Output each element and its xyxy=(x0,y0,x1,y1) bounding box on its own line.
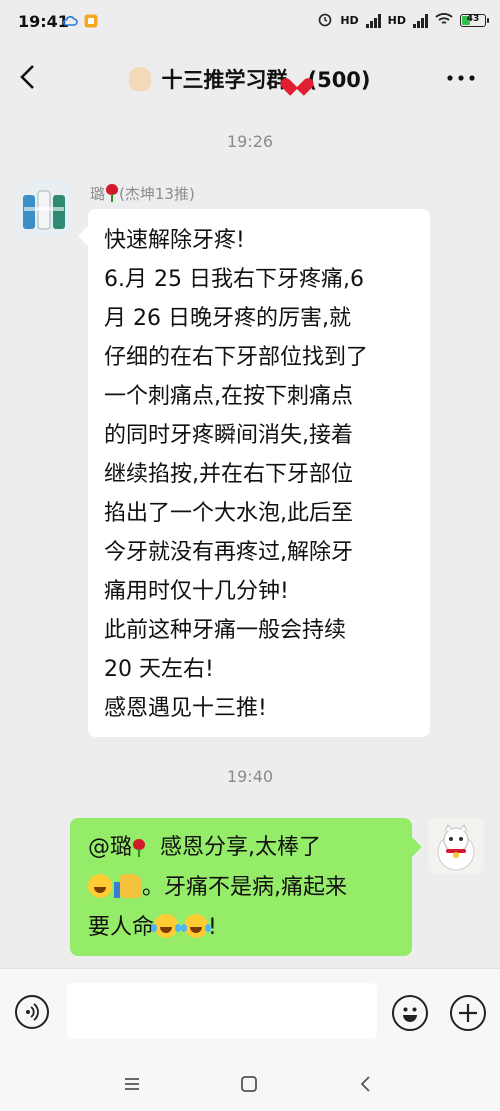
wifi-icon xyxy=(435,12,453,29)
message-text: ! xyxy=(208,915,217,940)
rose-emoji xyxy=(132,839,146,857)
message-line: 继续掐按,并在右下牙部位 xyxy=(104,462,353,487)
app-notification-icon xyxy=(84,13,98,32)
message-line: 的同时牙疼瞬间消失,接着 xyxy=(104,423,353,448)
sender-suffix: (杰坤13推) xyxy=(119,185,195,203)
rose-emoji xyxy=(105,184,119,202)
signal-icon xyxy=(413,13,428,28)
tears-of-joy-emoji xyxy=(181,914,209,938)
emoji-icon[interactable] xyxy=(392,995,428,1031)
message-timestamp: 19:26 xyxy=(226,132,274,151)
sender-nickname: 璐 xyxy=(90,185,106,203)
message-line: 此前这种牙痛一般会持续 xyxy=(104,618,347,643)
battery-text: 43 xyxy=(466,14,480,24)
message-line: 今牙就没有再疼过,解除牙 xyxy=(104,540,353,565)
chat-header: 十三推学习群 (500) xyxy=(0,48,500,108)
network-type-1: HD xyxy=(340,14,359,27)
back-icon[interactable] xyxy=(352,1070,380,1098)
status-icons: HD HD 43 xyxy=(317,11,489,30)
voice-icon[interactable] xyxy=(15,995,49,1029)
battery-icon: 43 xyxy=(460,14,489,27)
cloud-sync-icon xyxy=(62,13,78,32)
status-bar: 19:41 HD HD 43 xyxy=(0,0,500,44)
group-name: 十三推学习群 xyxy=(161,68,288,92)
raised-hand-emoji xyxy=(129,67,152,91)
outgoing-message-bubble[interactable]: @璐 感恩分享,太棒了 。牙痛不是病,痛起来 要人命! xyxy=(70,818,412,956)
system-nav-bar xyxy=(0,1056,500,1111)
signal-icon xyxy=(365,13,381,28)
red-heart-emoji xyxy=(287,71,307,89)
thumbs-up-emoji xyxy=(114,874,142,898)
network-type-2: HD xyxy=(387,14,406,27)
chat-input-bar xyxy=(0,968,500,1057)
plus-icon[interactable] xyxy=(450,995,486,1031)
message-line: 感恩遇见十三推! xyxy=(104,696,267,721)
message-line: 掐出了一个大水泡,此后至 xyxy=(104,501,353,526)
incoming-message-bubble[interactable]: 快速解除牙疼! 6.月 25 日我右下牙疼痛,6 月 26 日晚牙疼的厉害,就 仔细的… xyxy=(88,209,430,737)
blushing-face-emoji xyxy=(88,874,112,898)
avatar[interactable] xyxy=(16,181,72,237)
tears-of-joy-emoji xyxy=(151,914,179,938)
message-line: 月 26 日晚牙疼的厉害,就 xyxy=(104,306,351,331)
mention: @璐 xyxy=(88,835,133,860)
message-timestamp: 19:40 xyxy=(226,767,274,786)
alarm-icon xyxy=(317,11,333,30)
message-line: 6.月 25 日我右下牙疼痛,6 xyxy=(104,267,364,292)
message-line: @璐 感恩分享,太棒了 xyxy=(88,828,398,868)
more-icon[interactable] xyxy=(446,64,476,84)
message-text: 。牙痛不是病,痛起来 xyxy=(142,875,347,900)
message-input[interactable] xyxy=(67,983,377,1039)
message-text: 感恩分享,太棒了 xyxy=(160,835,322,860)
message-line: 要人命! xyxy=(88,908,398,948)
message-text: 要人命 xyxy=(88,915,155,940)
message-line: 仔细的在右下牙部位找到了 xyxy=(104,345,369,370)
chat-title: 十三推学习群 (500) xyxy=(0,64,500,94)
message-line: 一个刺痛点,在按下刺痛点 xyxy=(104,384,353,409)
avatar[interactable] xyxy=(428,818,484,874)
menu-icon[interactable] xyxy=(118,1070,146,1098)
message-line: 快速解除牙疼! xyxy=(104,228,245,253)
home-icon[interactable] xyxy=(235,1070,263,1098)
sender-name: 璐 (杰坤13推) xyxy=(90,183,195,204)
message-line: 痛用时仅十几分钟! xyxy=(104,579,289,604)
message-line: 。牙痛不是病,痛起来 xyxy=(88,868,398,908)
message-line: 20 天左右! xyxy=(104,657,214,682)
member-count: (500) xyxy=(307,68,371,92)
